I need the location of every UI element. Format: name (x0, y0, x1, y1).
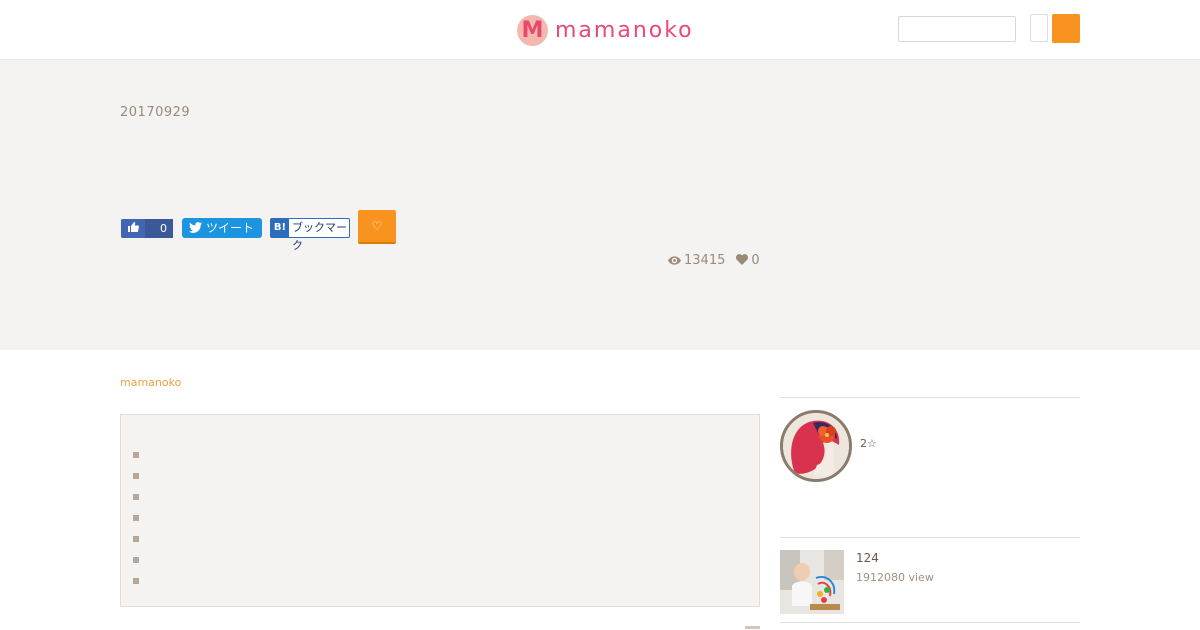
toc-bullet[interactable] (133, 557, 139, 563)
eye-icon (668, 254, 681, 268)
toc-bullet[interactable] (133, 578, 139, 584)
author-total-views: 1912080 view (856, 571, 934, 584)
tweet-label: ツイート (206, 221, 255, 235)
toc-bullet[interactable] (133, 536, 139, 542)
site-header: M mamanoko (0, 0, 1200, 60)
toc-bullet[interactable] (133, 452, 139, 458)
search-button[interactable] (1052, 14, 1080, 43)
sidebar-divider (780, 397, 1080, 398)
author-post-count: 124 (856, 551, 879, 565)
author-avatar[interactable] (780, 410, 852, 482)
facebook-like-count: 0 (145, 219, 173, 238)
sidebar-divider (780, 537, 1080, 538)
like-count: 0 (751, 253, 760, 268)
toc-list (133, 452, 139, 599)
logo-badge-letter: M (521, 17, 544, 43)
thumbs-up-icon (121, 219, 145, 238)
table-of-contents (120, 414, 760, 607)
search-input[interactable] (898, 16, 1016, 42)
view-count: 13415 (684, 253, 726, 268)
author-name[interactable]: 2☆ (860, 437, 877, 450)
article-hero: 20170929 0 ツイート B! ブックマーク ♡ 13415 0 (0, 60, 1200, 350)
heart-outline-icon: ♡ (371, 219, 383, 233)
site-logo[interactable]: M mamanoko (517, 14, 694, 46)
article-date: 20170929 (120, 105, 191, 120)
hatena-bookmark-button[interactable]: B! ブックマーク (270, 218, 350, 252)
logo-badge: M (517, 14, 548, 46)
facebook-like-button[interactable]: 0 (121, 219, 173, 238)
logo-text: mamanoko (555, 17, 694, 43)
sidebar-divider (780, 622, 1080, 623)
heart-icon (736, 253, 749, 268)
divider-mark (745, 626, 760, 629)
menu-button[interactable] (1030, 14, 1048, 42)
article-stats: 13415 0 (668, 253, 771, 268)
toc-bullet[interactable] (133, 494, 139, 500)
author-post-thumbnail[interactable] (780, 550, 844, 614)
toc-bullet[interactable] (133, 473, 139, 479)
tweet-button[interactable]: ツイート (182, 218, 262, 238)
twitter-bird-icon (189, 218, 202, 238)
favorite-button[interactable]: ♡ (358, 210, 396, 244)
hatena-icon: B! (271, 219, 289, 237)
hatena-label: ブックマーク (292, 221, 347, 252)
toc-bullet[interactable] (133, 515, 139, 521)
breadcrumb[interactable]: mamanoko (120, 376, 181, 389)
